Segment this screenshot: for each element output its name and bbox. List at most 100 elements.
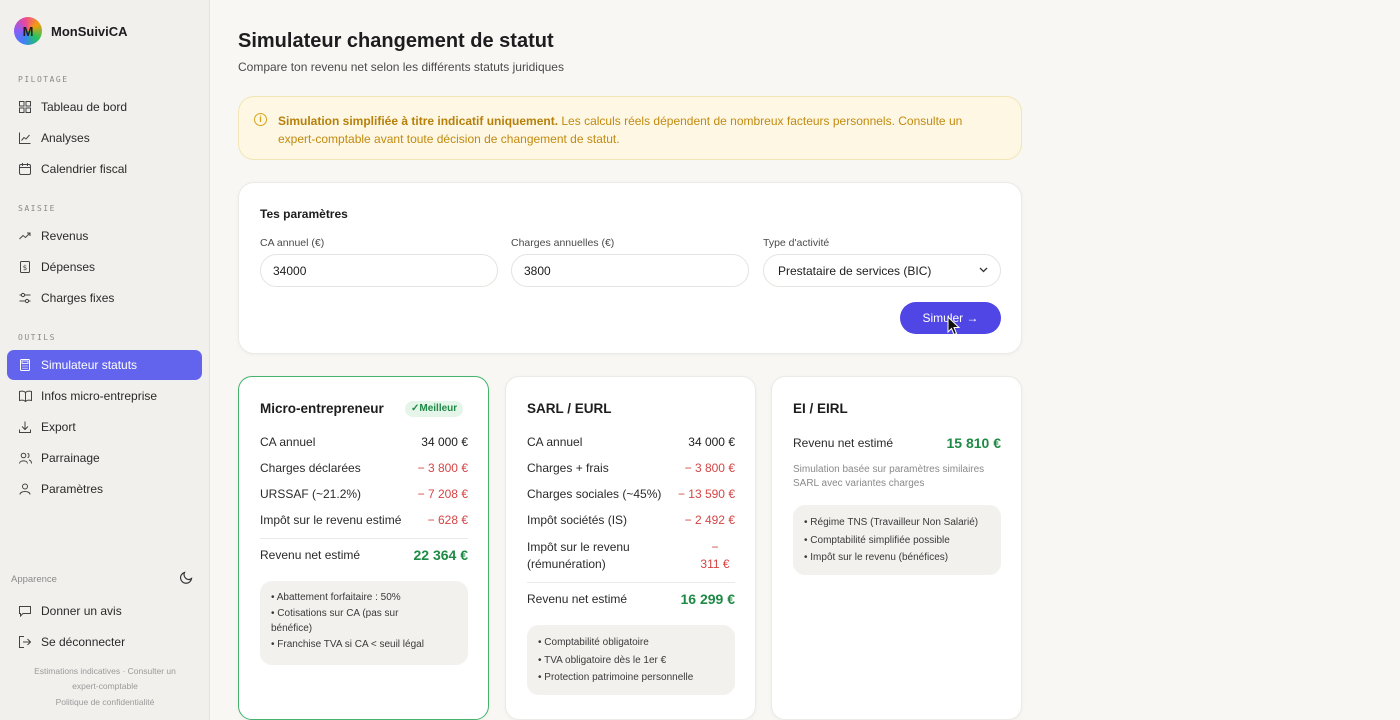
row-value-line: 311 € (700, 557, 730, 571)
brand-logo: M (14, 17, 42, 45)
parameters-title: Tes paramètres (260, 207, 348, 221)
brand[interactable]: M MonSuiviCA (14, 17, 128, 45)
alert-bold-text: Simulation simplifiée à titre indicatif … (278, 114, 559, 128)
row-label-line: Impôt sur le revenu (527, 540, 630, 554)
notes-box: • Régime TNS (Travailleur Non Salarié) •… (793, 505, 1001, 575)
sidebar-item-label: Tableau de bord (41, 100, 128, 114)
note-item: • Comptabilité simplifiée possible (804, 534, 950, 546)
row-value: − 3 800 € (417, 461, 468, 475)
moon-icon[interactable] (179, 571, 193, 587)
feedback-label: Donner un avis (41, 604, 122, 618)
receipt-icon: $ (18, 260, 32, 274)
trend-up-icon (18, 229, 32, 243)
card-title: Micro-entrepreneur (260, 401, 384, 416)
page-title: Simulateur changement de statut (238, 30, 554, 52)
row-impot: Impôt sur le revenu estimé − 628 € (260, 513, 468, 527)
sidebar-item-analyses[interactable]: Analyses (7, 123, 202, 153)
row-value: − 311 € (695, 539, 735, 573)
divider (527, 582, 735, 583)
row-label: URSSAF (~21.2%) (260, 487, 362, 501)
sidebar-item-label: Analyses (41, 131, 90, 145)
sidebar-item-simulateur-statuts[interactable]: Simulateur statuts (7, 350, 202, 380)
sidebar-disclaimer: Estimations indicatives · Consulter un e… (34, 666, 176, 691)
note-item: • Comptabilité obligatoire (538, 637, 649, 648)
activity-select-value: Prestataire de services (BIC) (778, 263, 932, 278)
section-label-outils: OUTILS (18, 333, 56, 342)
sidebar-item-revenus[interactable]: Revenus (7, 221, 202, 251)
sidebar-item-export[interactable]: Export (7, 412, 202, 442)
charges-input[interactable]: 3800 (511, 254, 749, 287)
activity-select[interactable]: Prestataire de services (BIC) (763, 254, 1001, 287)
row-ca: CA annuel 34 000 € (527, 435, 735, 449)
logout-icon (18, 635, 32, 649)
ca-input[interactable]: 34000 (260, 254, 498, 287)
sidebar-item-label: Paramètres (41, 482, 104, 496)
feedback-button[interactable]: Donner un avis (7, 596, 202, 626)
sliders-icon (18, 291, 32, 305)
note-item: • Régime TNS (Travailleur Non Salarié) (804, 517, 979, 528)
sidebar-item-depenses[interactable]: $ Dépenses (7, 252, 202, 282)
ei-eirl-card: EI / EIRL Revenu net estimé 15 810 € Simu… (771, 376, 1022, 720)
net-label: Revenu net estimé (260, 548, 361, 562)
card-title: EI / EIRL (793, 401, 848, 416)
calendar-icon (18, 162, 32, 176)
row-ca: CA annuel 34 000 € (260, 435, 468, 449)
sidebar-item-tableau-de-bord[interactable]: Tableau de bord (7, 92, 202, 122)
parameters-card: Tes paramètres CA annuel (€) 34000 Charg… (238, 182, 1022, 354)
net-income-row: Revenu net estimé 22 364 € (260, 547, 468, 563)
row-label: Impôt sociétés (IS) (527, 513, 628, 527)
row-label: CA annuel (527, 435, 583, 449)
note-item: • Abattement forfaitaire : 50% (271, 592, 401, 603)
sidebar-item-charges-fixes[interactable]: Charges fixes (7, 283, 202, 313)
note-item: • Protection patrimoine personnelle (538, 672, 694, 683)
sidebar-item-parametres[interactable]: Paramètres (7, 474, 202, 504)
brand-name: MonSuiviCA (51, 23, 128, 39)
row-social: Charges sociales (~45%) − 13 590 € (527, 487, 735, 501)
row-charges: Charges déclarées − 3 800 € (260, 461, 468, 475)
sidebar-item-label: Revenus (41, 229, 89, 243)
row-value: − 628 € (427, 513, 468, 527)
info-icon: i (254, 113, 267, 126)
appearance-label: Apparence (11, 573, 57, 585)
privacy-link[interactable]: Politique de confidentialité (10, 695, 200, 710)
net-value: 15 810 € (946, 435, 1002, 451)
row-label: Charges sociales (~45%) (527, 487, 662, 501)
net-value: 16 299 € (680, 591, 736, 607)
sidebar-item-parrainage[interactable]: Parrainage (7, 443, 202, 473)
net-label: Revenu net estimé (527, 592, 628, 606)
sidebar-item-calendrier-fiscal[interactable]: Calendrier fiscal (7, 154, 202, 184)
net-income-row: Revenu net estimé 16 299 € (527, 591, 735, 607)
row-value-line: − (711, 540, 719, 554)
sidebar-item-label: Export (41, 420, 76, 434)
card-title: SARL / EURL (527, 401, 612, 416)
page-subtitle: Compare ton revenu net selon les différe… (238, 60, 564, 74)
sidebar: M MonSuiviCA PILOTAGE Tableau de bord An… (0, 0, 210, 720)
row-label: Impôt sur le revenu estimé (260, 513, 402, 527)
sidebar-item-label: Calendrier fiscal (41, 162, 128, 176)
calculator-icon (18, 358, 32, 372)
simulation-note: Simulation basée sur paramètres similair… (793, 464, 985, 489)
net-income-row: Revenu net estimé 15 810 € (793, 435, 1001, 451)
micro-entrepreneur-card: Micro-entrepreneur ✓Meilleur CA annuel 34… (238, 376, 489, 720)
logout-button[interactable]: Se déconnecter (7, 627, 202, 657)
row-label: Charges déclarées (260, 461, 361, 475)
sidebar-item-label: Parrainage (41, 451, 100, 465)
sidebar-item-label: Infos micro-entreprise (41, 389, 158, 403)
notes-box: • Comptabilité obligatoire • TVA obligat… (527, 625, 735, 695)
svg-text:$: $ (23, 264, 27, 272)
row-is: Impôt sociétés (IS) − 2 492 € (527, 513, 735, 527)
appearance-row: Apparence (11, 571, 193, 587)
sidebar-item-label: Charges fixes (41, 291, 115, 305)
book-icon (18, 389, 32, 403)
note-item: • Cotisations sur CA (pas sur bénéfice) (271, 607, 399, 635)
note-item: • Franchise TVA si CA < seuil légal (271, 638, 424, 650)
sidebar-item-infos-micro-entreprise[interactable]: Infos micro-entreprise (7, 381, 202, 411)
row-label: CA annuel (260, 435, 316, 449)
ca-label: CA annuel (€) (260, 237, 325, 249)
row-value: 34 000 € (688, 435, 735, 449)
row-label: Charges + frais (527, 461, 609, 475)
mouse-cursor-icon (947, 316, 961, 336)
section-label-saisie: SAISIE (18, 204, 56, 213)
row-value: − 3 800 € (684, 461, 735, 475)
users-icon (18, 451, 32, 465)
